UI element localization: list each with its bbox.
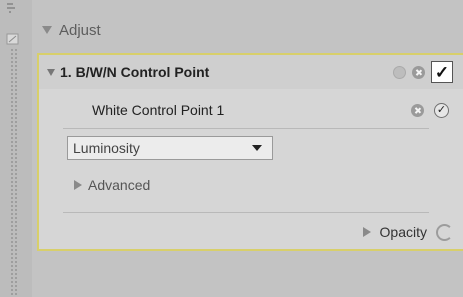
expand-triangle-icon bbox=[74, 180, 82, 190]
control-point-panel: 1. B/W/N Control Point ✓ White Control P… bbox=[37, 53, 463, 251]
opacity-label: Opacity bbox=[379, 224, 427, 240]
collapse-triangle-icon[interactable] bbox=[47, 68, 55, 76]
adjust-section-header[interactable]: Adjust bbox=[32, 10, 463, 50]
gutter-dotted-strip[interactable] bbox=[10, 48, 18, 297]
reset-icon[interactable] bbox=[393, 65, 406, 79]
close-icon[interactable] bbox=[411, 103, 424, 117]
circle-check-icon[interactable]: ✓ bbox=[434, 102, 449, 118]
advanced-toggle[interactable]: Advanced bbox=[74, 173, 150, 197]
divider bbox=[63, 212, 429, 213]
divider bbox=[63, 128, 429, 129]
control-point-title: 1. B/W/N Control Point bbox=[60, 64, 210, 80]
white-point-actions: ✓ bbox=[411, 94, 449, 126]
control-point-header[interactable]: 1. B/W/N Control Point ✓ bbox=[39, 55, 463, 89]
white-control-point-row[interactable]: White Control Point 1 ✓ bbox=[39, 94, 463, 126]
checkmark-icon: ✓ bbox=[434, 62, 450, 82]
mode-select-value: Luminosity bbox=[73, 140, 140, 156]
advanced-label: Advanced bbox=[88, 177, 151, 193]
collapse-triangle-icon[interactable] bbox=[42, 26, 52, 34]
mode-select[interactable]: Luminosity bbox=[67, 136, 273, 160]
adjust-label: Adjust bbox=[59, 21, 101, 39]
expand-triangle-icon bbox=[362, 227, 371, 237]
opacity-toggle[interactable]: Opacity bbox=[362, 219, 453, 245]
opacity-dial-icon[interactable] bbox=[436, 223, 453, 241]
left-gutter bbox=[0, 0, 32, 297]
panel-grip-icon bbox=[6, 3, 19, 45]
chevron-down-icon bbox=[252, 145, 262, 151]
close-icon[interactable] bbox=[412, 65, 425, 79]
control-point-actions: ✓ bbox=[393, 55, 453, 89]
adjust-panel-window: Adjust 1. B/W/N Control Point ✓ White Co… bbox=[0, 0, 463, 297]
white-control-point-label: White Control Point 1 bbox=[92, 102, 225, 118]
enable-checkbox[interactable]: ✓ bbox=[431, 61, 453, 83]
